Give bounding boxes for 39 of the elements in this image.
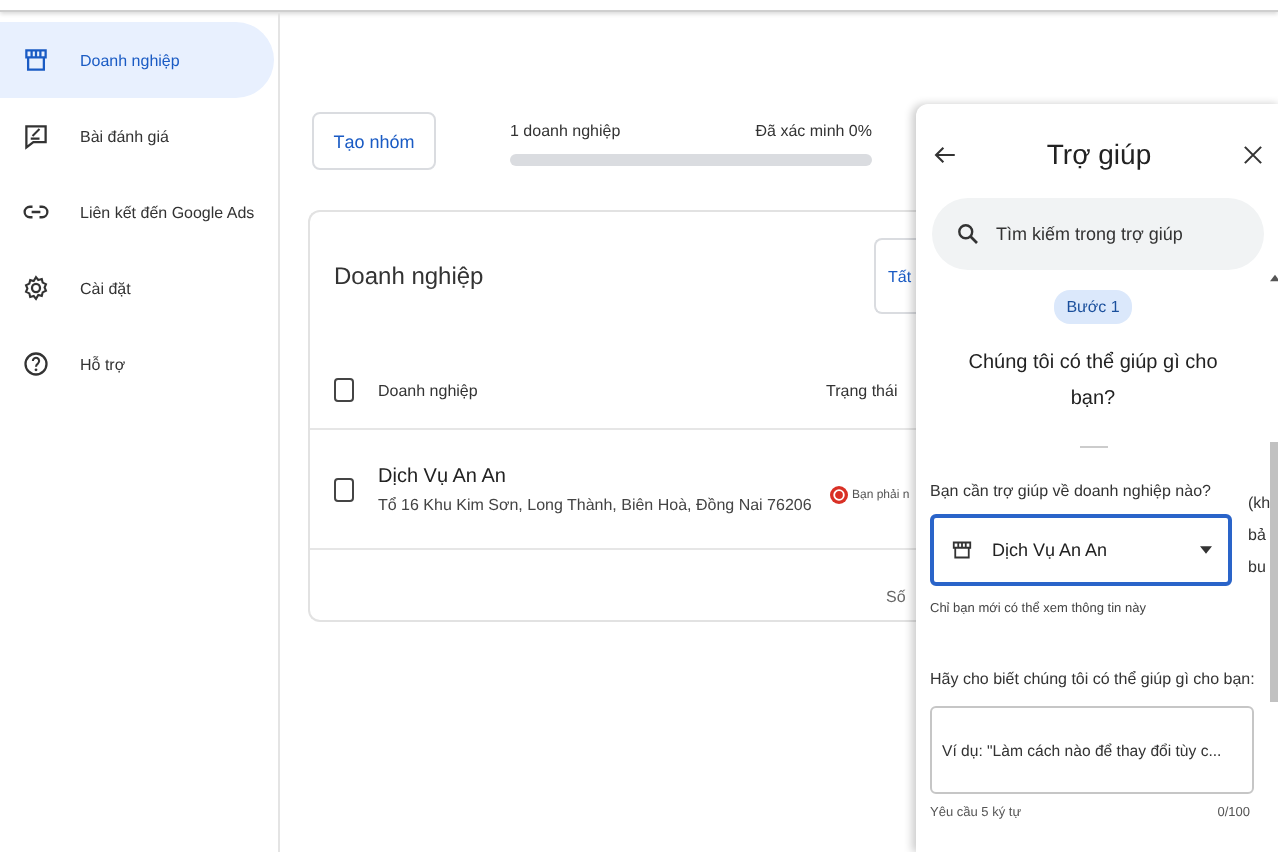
sidebar-item[interactable]: Doanh nghiệp <box>0 22 274 98</box>
help-heading: Chúng tôi có thể giúp gì cho bạn? <box>966 349 1220 414</box>
create-group-button[interactable]: Tạo nhóm <box>312 112 436 170</box>
warning-icon <box>830 486 848 504</box>
panel-title: Trợ giúp <box>1046 138 1152 170</box>
help-question-label: Hãy cho biết chúng tôi có thể giúp gì cho bạn: <box>930 670 1255 688</box>
card-title: Doanh nghiệp <box>334 262 486 290</box>
help-search-field[interactable]: Tìm kiếm trong trợ giúp <box>932 198 1264 270</box>
caret-icon <box>1200 546 1212 554</box>
sidebar-item[interactable]: Bài đánh giá <box>0 98 274 174</box>
close-icon[interactable] <box>1239 141 1266 167</box>
clipped-text: bả <box>1248 524 1266 548</box>
business-address: Tổ 16 Khu Kim Sơn, Long Thành, Biên Hoà, Đồng Nai 76206 <box>378 495 814 513</box>
store-icon <box>22 46 50 74</box>
clipped-text: (kh <box>1248 492 1266 516</box>
scroll-thumb[interactable] <box>1269 442 1278 702</box>
checkbox[interactable] <box>334 378 354 402</box>
verified-percent: Đã xác minh 0% <box>755 122 872 140</box>
clipped-text: bu <box>1248 556 1266 580</box>
pagination-text: Số <box>886 587 906 605</box>
business-question-label: Bạn cần trợ giúp về doanh nghiệp nào? <box>930 482 1213 500</box>
back-arrow-icon[interactable] <box>932 141 958 167</box>
business-name[interactable]: Dịch Vụ An An <box>378 465 826 487</box>
filter-button[interactable]: Tất <box>874 238 916 314</box>
store-icon <box>950 538 974 562</box>
review-icon <box>22 122 50 150</box>
search-icon <box>956 222 980 246</box>
step-chip: Bước 1 <box>1054 290 1132 324</box>
sidebar-item[interactable]: Hỗ trợ <box>0 326 274 402</box>
column-header: Trạng thái <box>826 381 898 399</box>
column-header: Doanh nghiệp <box>378 381 480 399</box>
settings-icon <box>22 274 50 302</box>
business-select[interactable]: Dịch Vụ An An <box>930 514 1232 586</box>
help-icon <box>22 350 50 378</box>
scroll-up-icon[interactable] <box>1270 274 1278 282</box>
checkbox[interactable] <box>334 477 354 501</box>
business-count: 1 doanh nghiệp <box>510 122 621 140</box>
sidebar-item[interactable]: Liên kết đến Google Ads <box>0 174 274 250</box>
sidebar-item[interactable]: Cài đặt <box>0 250 274 326</box>
